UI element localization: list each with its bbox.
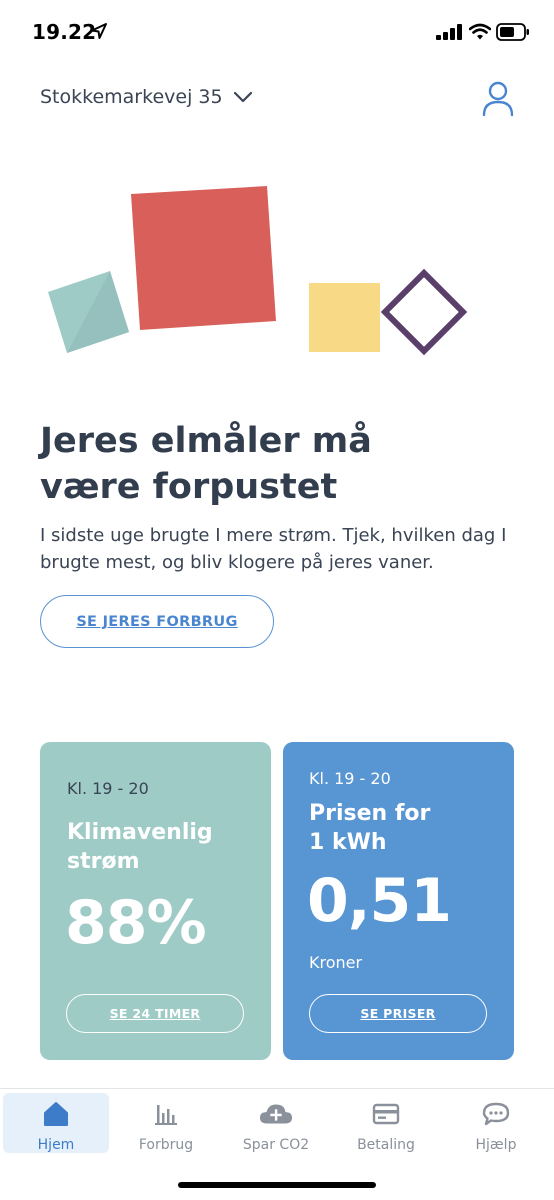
status-time: 19.22 — [32, 20, 97, 44]
home-indicator — [178, 1182, 376, 1188]
hero-illustration — [48, 186, 468, 356]
climate-card-time: Kl. 19 - 20 — [67, 779, 149, 798]
tab-help-label: Hjælp — [475, 1137, 517, 1153]
see-prices-button[interactable]: SE PRISER — [309, 994, 487, 1033]
tab-save-co2[interactable]: Spar CO2 — [223, 1093, 329, 1153]
headline-line-1: Jeres elmåler må — [40, 421, 372, 461]
headline-line-2: være forpustet — [40, 467, 338, 507]
climate-card-value: 88% — [65, 888, 207, 958]
see-24-hours-button[interactable]: SE 24 TIMER — [66, 994, 244, 1033]
see-consumption-button[interactable]: SE JERES FORBRUG — [40, 595, 274, 648]
price-card-value: 0,51 — [307, 866, 452, 936]
tab-consumption[interactable]: Forbrug — [113, 1093, 219, 1153]
body-text: I sidste uge brugte I mere strøm. Tjek, … — [40, 522, 520, 576]
address-label: Stokkemarkevej 35 — [40, 86, 223, 108]
price-card-unit: Kroner — [309, 953, 363, 972]
tab-home-label: Hjem — [37, 1137, 75, 1153]
price-title-line-1: Prisen for — [309, 801, 431, 826]
tab-save-co2-label: Spar CO2 — [242, 1137, 310, 1153]
user-icon — [482, 81, 514, 117]
yellow-square-shape — [309, 283, 380, 352]
chat-bubble-icon — [482, 1102, 510, 1126]
address-selector[interactable]: Stokkemarkevej 35 — [40, 86, 253, 108]
climate-card: Kl. 19 - 20 Klimavenlig strøm 88% SE 24 … — [40, 742, 271, 1060]
profile-button[interactable] — [480, 80, 516, 118]
purple-diamond-shape — [380, 268, 468, 356]
location-arrow-icon — [91, 23, 107, 39]
battery-icon — [496, 23, 529, 41]
price-card-title: Prisen for 1 kWh — [309, 799, 430, 857]
tab-payment-label: Betaling — [357, 1137, 415, 1153]
bar-chart-icon — [155, 1105, 177, 1125]
see-24-hours-label: SE 24 TIMER — [109, 1006, 201, 1021]
climate-title-line-2: strøm — [67, 849, 140, 874]
credit-card-icon — [372, 1103, 400, 1125]
body-line-2: brugte mest, og bliv klogere på jeres va… — [40, 552, 434, 573]
tab-help[interactable]: Hjælp — [443, 1093, 549, 1153]
page-title: Jeres elmåler må være forpustet — [40, 418, 510, 510]
cloud-plus-icon — [259, 1104, 293, 1124]
price-card-time: Kl. 19 - 20 — [309, 769, 391, 788]
cellular-signal-icon — [436, 24, 462, 40]
status-bar: 19.22 — [0, 0, 554, 64]
climate-title-line-1: Klimavenlig — [67, 820, 213, 845]
tab-home[interactable]: Hjem — [3, 1093, 109, 1153]
see-consumption-label: SE JERES FORBRUG — [76, 613, 238, 630]
tab-payment[interactable]: Betaling — [333, 1093, 439, 1153]
climate-card-title: Klimavenlig strøm — [67, 818, 213, 876]
body-line-1: I sidste uge brugte I mere strøm. Tjek, … — [40, 525, 507, 546]
price-card: Kl. 19 - 20 Prisen for 1 kWh 0,51 Kroner… — [283, 742, 514, 1060]
wifi-icon — [469, 23, 491, 40]
price-title-line-2: 1 kWh — [309, 830, 387, 855]
red-square-shape — [131, 186, 276, 330]
see-prices-label: SE PRISER — [360, 1006, 436, 1021]
chevron-down-icon — [233, 91, 252, 103]
tab-consumption-label: Forbrug — [138, 1137, 194, 1153]
home-icon — [44, 1102, 68, 1126]
teal-square-shape — [48, 271, 129, 353]
